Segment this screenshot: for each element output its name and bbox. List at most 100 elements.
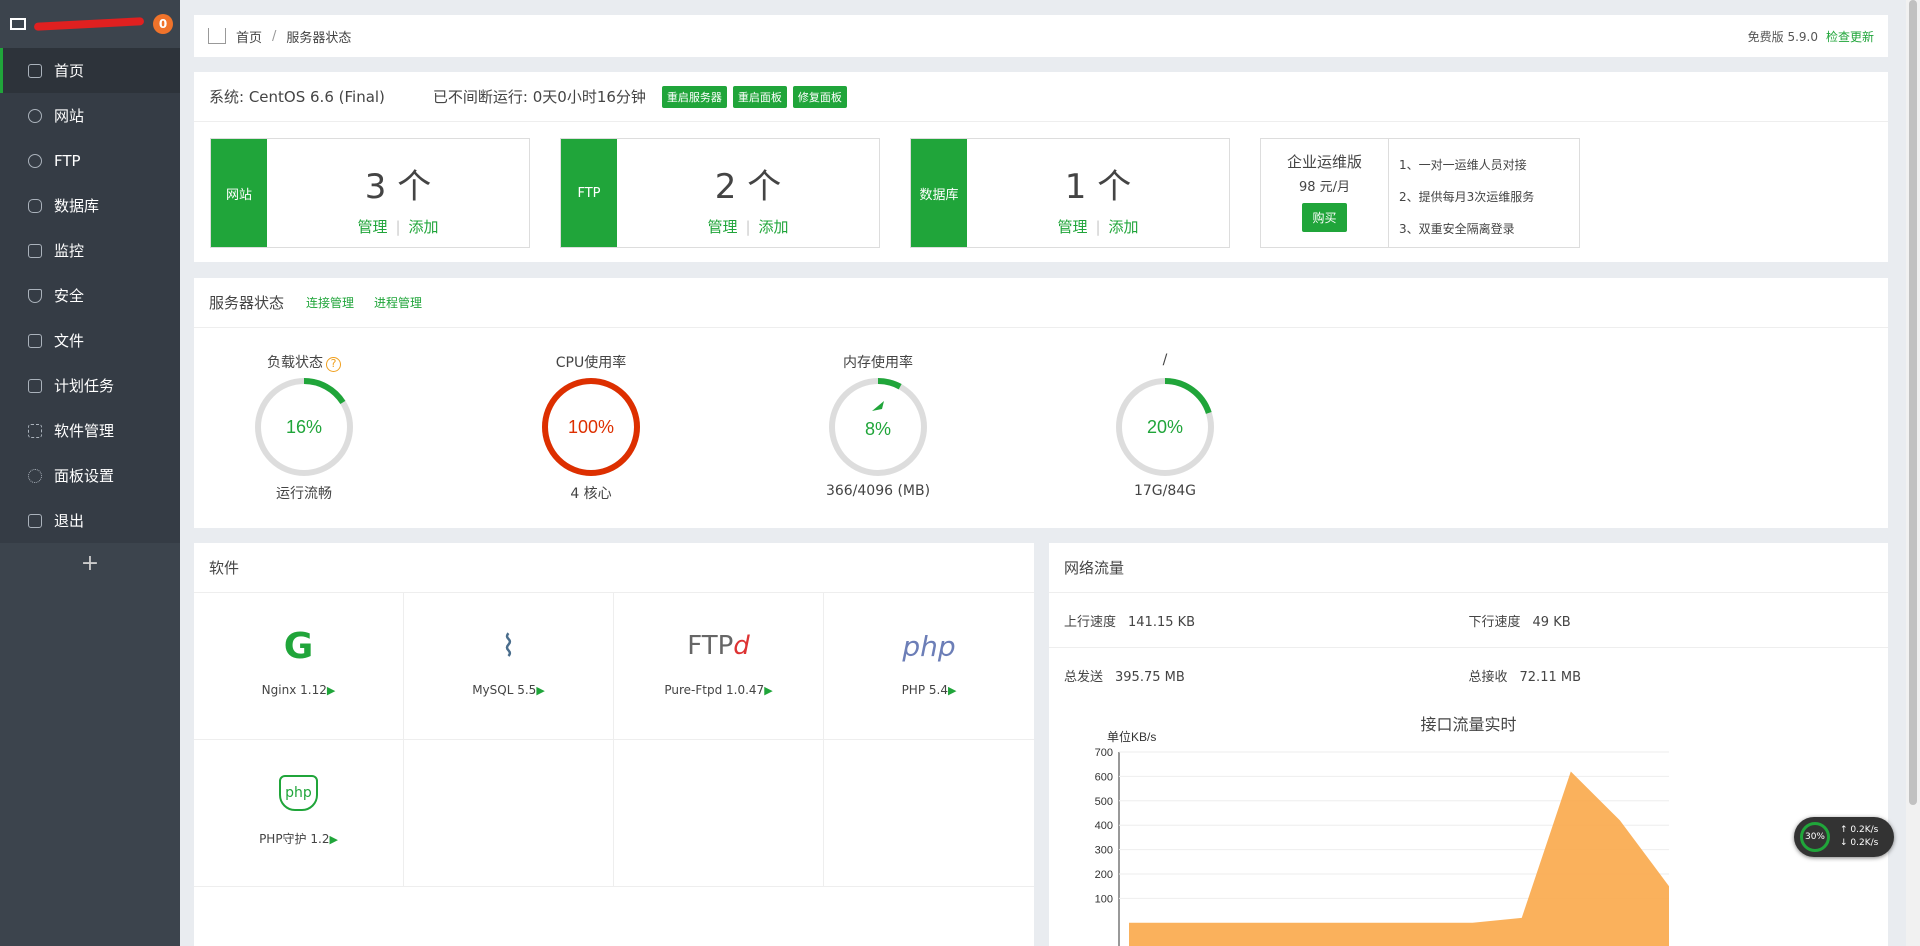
total-recv-label: 总接收	[1468, 670, 1508, 685]
enterprise-price: 98 元/月	[1298, 180, 1351, 195]
network-panel: 网络流量 上行速度 141.15 KB 下行速度 49 KB 总发送 395.75 M…	[1049, 543, 1888, 946]
sidebar-item-website[interactable]: 网站	[0, 93, 180, 138]
uptime-info: 已不间断运行: 0天0小时16分钟	[432, 88, 646, 106]
breadcrumb-separator: /	[272, 28, 277, 44]
manage-link[interactable]: 管理	[1057, 218, 1087, 236]
total-sent-label: 总发送	[1064, 670, 1104, 685]
add-link[interactable]: 添加	[409, 218, 439, 236]
sidebar-item-database[interactable]: 数据库	[0, 183, 180, 228]
scrollbar[interactable]	[1906, 0, 1920, 946]
server-status-title: 服务器状态	[209, 294, 285, 312]
home-icon[interactable]	[208, 28, 226, 44]
home-icon	[28, 63, 42, 78]
restart-server-button[interactable]: 重启服务器	[661, 85, 727, 108]
software-name: PHP守护 1.2	[259, 832, 330, 846]
gauge-sub: 366/4096 (MB)	[825, 483, 931, 499]
gauge-sub: 运行流畅	[276, 486, 332, 502]
sidebar-header: 0	[0, 0, 180, 48]
site-stat-box: 网站 3 个 管理 | 添加	[210, 138, 530, 248]
manage-link[interactable]: 管理	[357, 218, 387, 236]
sidebar-item-ftp[interactable]: FTP	[0, 138, 180, 183]
sidebar-item-settings[interactable]: 面板设置	[0, 453, 180, 498]
add-link[interactable]: 添加	[1109, 218, 1139, 236]
chart-ytick-label: 700	[1095, 747, 1113, 759]
memory-gauge[interactable]: 内存使用率 8% 366/4096 (MB)	[798, 352, 958, 499]
enterprise-feature: 3、双重安全隔离登录	[1399, 222, 1515, 236]
rocket-icon[interactable]	[872, 401, 884, 411]
server-status-panel: 服务器状态 连接管理 进程管理 负载状态? 16% 运行流畅 CPU使用率 10…	[194, 278, 1888, 528]
chart-ytick-label: 100	[1095, 893, 1113, 905]
sidebar-item-monitor[interactable]: 监控	[0, 228, 180, 273]
stat-label: 网站	[211, 139, 267, 247]
shield-icon	[28, 288, 42, 303]
stat-label: FTP	[561, 139, 617, 247]
software-item-pureftpd[interactable]: FTPd Pure-Ftpd 1.0.47▶	[614, 593, 824, 740]
globe-icon	[28, 108, 42, 123]
sidebar-item-label: 退出	[54, 512, 85, 530]
software-item-mysql[interactable]: ⌇ MySQL 5.5▶	[404, 593, 614, 740]
notification-badge[interactable]: 0	[153, 14, 173, 34]
sidebar-item-files[interactable]: 文件	[0, 318, 180, 363]
nginx-icon: G	[283, 625, 314, 667]
software-item-phpguard[interactable]: php PHP守护 1.2▶	[194, 740, 404, 887]
stat-count: 1 个	[1064, 167, 1132, 207]
total-sent-value: 395.75 MB	[1115, 670, 1185, 685]
stat-label: 数据库	[911, 139, 967, 247]
process-manage-link[interactable]: 进程管理	[374, 294, 422, 311]
traffic-area	[1129, 771, 1669, 946]
sidebar-item-label: 文件	[54, 332, 85, 350]
up-speed-value: 141.15 KB	[1128, 614, 1196, 630]
breadcrumb: 首页 / 服务器状态 免费版 5.9.0 检查更新	[194, 15, 1888, 57]
software-empty-slot	[614, 740, 824, 887]
connection-manage-link[interactable]: 连接管理	[306, 294, 354, 311]
add-menu-button[interactable]: +	[0, 543, 180, 585]
mysql-dolphin-icon: ⌇	[501, 628, 516, 664]
float-up-value: 0.2K/s	[1850, 825, 1879, 835]
gear-icon	[28, 468, 42, 483]
floating-speed-widget[interactable]: 30% ↑ 0.2K/s ↓ 0.2K/s	[1794, 817, 1894, 857]
down-speed-label: 下行速度	[1468, 614, 1521, 630]
software-panel: 软件 G Nginx 1.12▶ ⌇ MySQL 5.5▶ FTPd Pure-…	[194, 543, 1034, 946]
software-name: MySQL 5.5	[472, 683, 537, 697]
add-link[interactable]: 添加	[759, 218, 789, 236]
traffic-chart[interactable]: 单位KB/s 700 600 500 400 300 200 100	[1049, 726, 1888, 946]
sidebar-menu: 首页 网站 FTP 数据库 监控 安全 文件 计划任务 软件管理 面板设置 退出	[0, 48, 180, 543]
gauge-ring: 16%	[255, 378, 353, 476]
software-name: Nginx 1.12	[261, 683, 327, 697]
breadcrumb-home[interactable]: 首页	[236, 27, 262, 46]
float-down-speed: ↓ 0.2K/s	[1840, 838, 1879, 848]
gauge-ring: 20%	[1116, 378, 1214, 476]
enterprise-title: 企业运维版	[1286, 153, 1362, 171]
repair-panel-button[interactable]: 修复面板	[792, 85, 847, 108]
monitor-icon	[10, 18, 26, 30]
chart-ytick-label: 300	[1095, 845, 1113, 857]
enterprise-feature: 1、一对一运维人员对接	[1399, 158, 1527, 172]
sidebar-item-label: 数据库	[54, 197, 100, 215]
sidebar: 0 首页 网站 FTP 数据库 监控 安全 文件 计划任务 软件管理 面板设置 …	[0, 0, 180, 946]
software-item-nginx[interactable]: G Nginx 1.12▶	[194, 593, 404, 740]
sidebar-item-label: FTP	[54, 151, 81, 170]
sidebar-item-home[interactable]: 首页	[0, 48, 180, 93]
sidebar-item-security[interactable]: 安全	[0, 273, 180, 318]
scrollbar-thumb[interactable]	[1909, 0, 1917, 805]
cpu-gauge[interactable]: CPU使用率 100% 4 核心	[511, 352, 671, 503]
check-update-link[interactable]: 检查更新	[1826, 30, 1874, 44]
stat-count: 3 个	[364, 167, 432, 207]
sidebar-item-cron[interactable]: 计划任务	[0, 363, 180, 408]
sidebar-item-software[interactable]: 软件管理	[0, 408, 180, 453]
gauge-title: /	[1162, 352, 1168, 368]
buy-button[interactable]: 购买	[1302, 203, 1347, 232]
sidebar-item-logout[interactable]: 退出	[0, 498, 180, 543]
software-item-php[interactable]: php PHP 5.4▶	[824, 593, 1034, 740]
load-gauge[interactable]: 负载状态? 16% 运行流畅	[224, 352, 384, 503]
help-icon[interactable]: ?	[326, 357, 341, 372]
monitor-icon	[28, 243, 42, 258]
sidebar-item-label: 安全	[54, 287, 85, 305]
network-title: 网络流量	[1064, 559, 1125, 577]
chart-ytick-label: 500	[1095, 796, 1113, 808]
database-icon	[28, 198, 42, 213]
restart-panel-button[interactable]: 重启面板	[732, 85, 787, 108]
manage-link[interactable]: 管理	[707, 218, 737, 236]
disk-gauge[interactable]: / 20% 17G/84G	[1085, 352, 1245, 499]
sidebar-item-label: 网站	[54, 107, 85, 125]
